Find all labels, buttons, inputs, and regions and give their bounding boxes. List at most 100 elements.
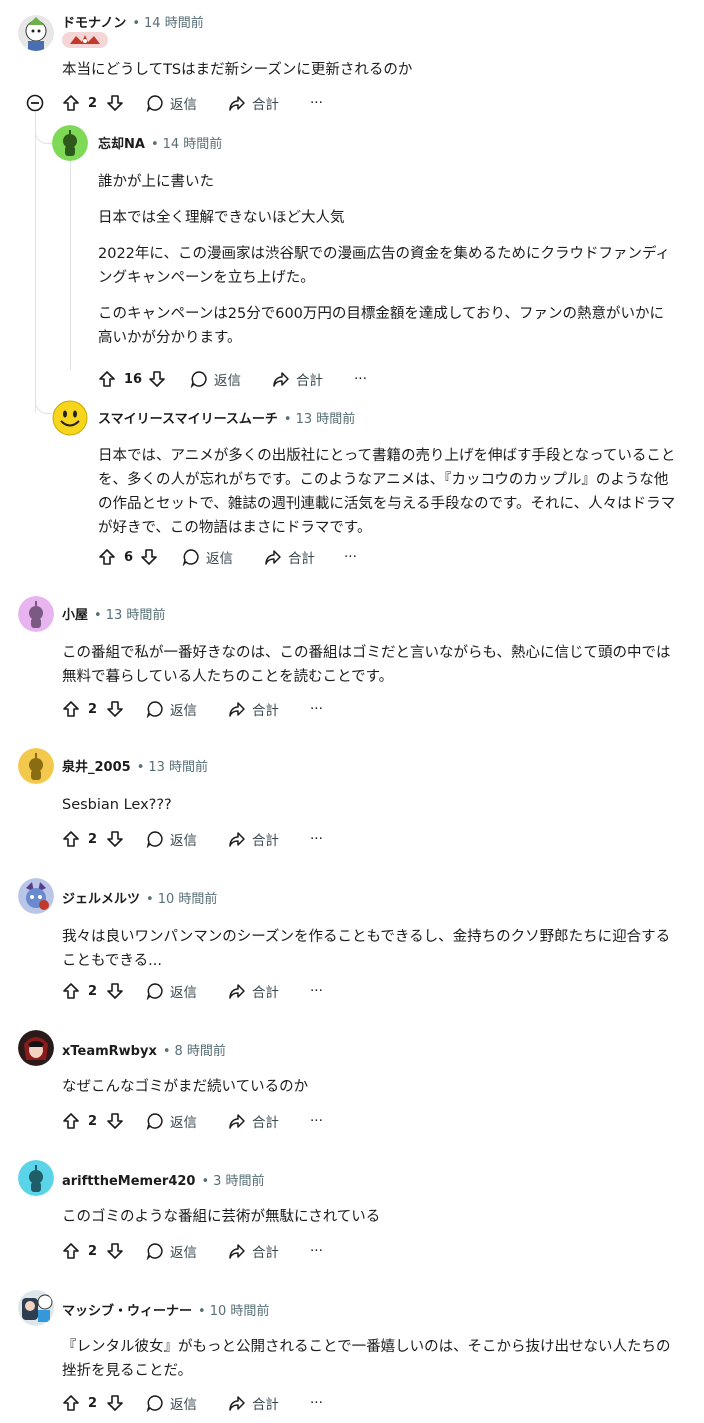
upvote-icon[interactable] bbox=[98, 545, 116, 569]
more-options-button[interactable]: ··· bbox=[310, 1391, 323, 1415]
share-icon bbox=[229, 96, 245, 111]
more-options-button[interactable]: ··· bbox=[310, 979, 323, 1003]
share-button[interactable]: 合計 bbox=[272, 367, 323, 391]
comment-body: 誰かが上に書いた 日本では全く理解できないほど大人気 2022年に、この漫画家は… bbox=[98, 170, 678, 362]
share-icon bbox=[273, 372, 289, 387]
reply-button[interactable]: 返信 bbox=[146, 827, 197, 851]
share-button[interactable]: 合計 bbox=[228, 697, 279, 721]
upvote-icon[interactable] bbox=[62, 979, 80, 1003]
separator-dot: • bbox=[94, 608, 102, 623]
reply-button[interactable]: 返信 bbox=[190, 367, 241, 391]
more-options-button[interactable]: ··· bbox=[354, 367, 367, 391]
action-bar: 2 返信 合計 ··· bbox=[62, 1239, 362, 1263]
author-name[interactable]: ジェルメルツ bbox=[62, 892, 140, 907]
thread-line bbox=[35, 112, 36, 412]
separator-dot: • bbox=[162, 1044, 171, 1059]
share-icon bbox=[229, 832, 245, 847]
share-icon bbox=[229, 1396, 245, 1411]
thread-curve bbox=[35, 115, 52, 144]
avatar[interactable] bbox=[18, 15, 54, 51]
separator-dot: • bbox=[198, 1304, 206, 1319]
avatar[interactable] bbox=[52, 125, 88, 161]
reply-button[interactable]: 返信 bbox=[146, 1391, 197, 1415]
reply-button[interactable]: 返信 bbox=[146, 91, 197, 115]
reply-button[interactable]: 返信 bbox=[146, 1239, 197, 1263]
more-options-button[interactable]: ··· bbox=[310, 827, 323, 851]
comment-text: このキャンペーンは25分で600万円の目標金額を達成しており、ファンの熱意がいか… bbox=[98, 306, 664, 346]
comment-text: 日本では全く理解できないほど大人気 bbox=[98, 210, 345, 226]
more-options-button[interactable]: ··· bbox=[310, 1109, 323, 1133]
more-options-button[interactable]: ··· bbox=[310, 91, 323, 115]
action-bar: 2 返信 合計 ··· bbox=[62, 1109, 362, 1133]
comment-icon bbox=[146, 1243, 163, 1260]
share-icon bbox=[229, 1114, 245, 1129]
reply-button[interactable]: 返信 bbox=[146, 979, 197, 1003]
share-button[interactable]: 合計 bbox=[228, 979, 279, 1003]
share-button[interactable]: 合計 bbox=[228, 1239, 279, 1263]
share-button[interactable]: 合計 bbox=[228, 1391, 279, 1415]
author-name[interactable]: 忘却NA bbox=[98, 137, 145, 152]
vote-count: 2 bbox=[88, 831, 98, 847]
comment-body: このゴミのような番組に芸術が無駄にされている bbox=[62, 1205, 682, 1241]
avatar[interactable] bbox=[18, 596, 54, 632]
comment-text: 日本では、アニメが多くの出版社にとって書籍の売り上げを伸ばす手段となっていること… bbox=[98, 448, 676, 536]
downvote-icon[interactable] bbox=[140, 545, 158, 569]
author-name[interactable]: スマイリースマイリースムーチ bbox=[98, 412, 278, 427]
downvote-icon[interactable] bbox=[106, 697, 124, 721]
avatar[interactable] bbox=[18, 1290, 54, 1326]
upvote-icon[interactable] bbox=[98, 367, 116, 391]
author-name[interactable]: マッシブ・ウィーナー bbox=[62, 1304, 192, 1319]
separator-dot: • bbox=[150, 137, 159, 152]
timestamp: 14 時間前 bbox=[162, 137, 223, 152]
share-button[interactable]: 合計 bbox=[228, 1109, 279, 1133]
avatar[interactable] bbox=[52, 400, 88, 436]
author-name[interactable]: ドモナノン bbox=[62, 16, 126, 31]
comment-meta: xTeamRwbyx • 8 時間前 bbox=[62, 1040, 226, 1059]
downvote-icon[interactable] bbox=[106, 1239, 124, 1263]
comment-text: このゴミのような番組に芸術が無駄にされている bbox=[62, 1209, 381, 1225]
comment-body: この番組で私が一番好きなのは、この番組はゴミだと言いながらも、熱心に信じて頭の中… bbox=[62, 641, 682, 701]
comment-meta: ドモナノン • 14 時間前 bbox=[62, 12, 204, 31]
separator-dot: • bbox=[146, 892, 154, 907]
author-name[interactable]: 小屋 bbox=[62, 608, 88, 623]
share-icon bbox=[229, 1244, 245, 1259]
share-button[interactable]: 合計 bbox=[264, 545, 315, 569]
avatar[interactable] bbox=[18, 878, 54, 914]
reply-button[interactable]: 返信 bbox=[146, 697, 197, 721]
share-button[interactable]: 合計 bbox=[228, 91, 279, 115]
author-name[interactable]: 泉井_2005 bbox=[62, 760, 131, 775]
downvote-icon[interactable] bbox=[106, 979, 124, 1003]
upvote-icon[interactable] bbox=[62, 827, 80, 851]
more-options-button[interactable]: ··· bbox=[310, 1239, 323, 1263]
upvote-icon[interactable] bbox=[62, 1109, 80, 1133]
upvote-icon[interactable] bbox=[62, 697, 80, 721]
avatar[interactable] bbox=[18, 1160, 54, 1196]
comment-icon bbox=[146, 95, 163, 112]
separator-dot: • bbox=[201, 1174, 210, 1189]
avatar[interactable] bbox=[18, 1030, 54, 1066]
reply-button[interactable]: 返信 bbox=[182, 545, 233, 569]
action-bar: 16 返信 合計 ··· bbox=[98, 367, 398, 391]
collapse-icon[interactable] bbox=[26, 94, 44, 116]
comment-body: 我々は良いワンパンマンのシーズンを作ることもできるし、金持ちのクソ野郎たちに迎合… bbox=[62, 925, 682, 985]
downvote-icon[interactable] bbox=[106, 827, 124, 851]
downvote-icon[interactable] bbox=[106, 1391, 124, 1415]
share-button[interactable]: 合計 bbox=[228, 827, 279, 851]
downvote-icon[interactable] bbox=[106, 91, 124, 115]
reply-button[interactable]: 返信 bbox=[146, 1109, 197, 1133]
author-name[interactable]: arifttheMemer420 bbox=[62, 1174, 195, 1189]
author-name[interactable]: xTeamRwbyx bbox=[62, 1044, 157, 1059]
comment-text: 2022年に、この漫画家は渋谷駅での漫画広告の資金を集めるためにクラウドファンデ… bbox=[98, 246, 670, 286]
action-bar: 2 返信 合計 ··· bbox=[62, 91, 362, 115]
downvote-icon[interactable] bbox=[148, 367, 166, 391]
upvote-icon[interactable] bbox=[62, 1239, 80, 1263]
more-options-button[interactable]: ··· bbox=[344, 545, 357, 569]
comment-icon bbox=[190, 371, 207, 388]
avatar[interactable] bbox=[18, 748, 54, 784]
flair-badge bbox=[62, 32, 108, 48]
comment-text: 誰かが上に書いた bbox=[98, 174, 214, 190]
more-options-button[interactable]: ··· bbox=[310, 697, 323, 721]
upvote-icon[interactable] bbox=[62, 91, 80, 115]
upvote-icon[interactable] bbox=[62, 1391, 80, 1415]
downvote-icon[interactable] bbox=[106, 1109, 124, 1133]
